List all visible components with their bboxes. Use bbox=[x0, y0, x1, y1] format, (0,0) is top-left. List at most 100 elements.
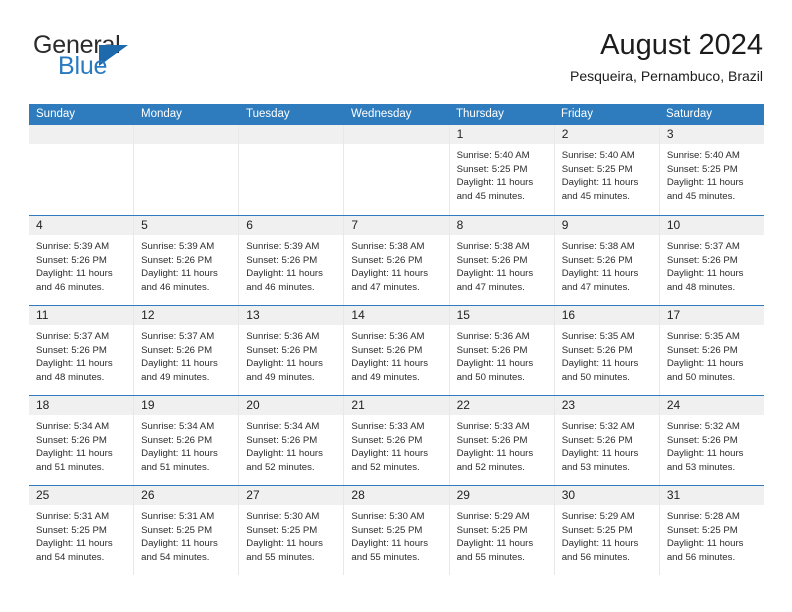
calendar-day-cell[interactable]: 15 Sunrise: 5:36 AM Sunset: 5:26 PM Dayligh… bbox=[449, 306, 555, 395]
weekday-header-wednesday: Wednesday bbox=[351, 108, 412, 120]
daylight-duration-line1: Daylight: 11 hours bbox=[666, 177, 744, 189]
calendar-day-cell-empty[interactable] bbox=[344, 125, 450, 215]
calendar-day-cell-empty[interactable] bbox=[29, 125, 135, 215]
calendar-day-cell[interactable]: 24 Sunrise: 5:32 AM Sunset: 5:26 PM Dayligh… bbox=[659, 396, 764, 485]
daylight-duration-line1: Daylight: 11 hours bbox=[561, 358, 639, 370]
calendar-day-cell[interactable]: 20 Sunrise: 5:34 AM Sunset: 5:26 PM Dayligh… bbox=[239, 396, 345, 485]
calendar-day-cell[interactable]: 5 Sunrise: 5:39 AM Sunset: 5:26 PM Daylight… bbox=[134, 216, 240, 305]
day-sun-info: Sunrise: 5:39 AM Sunset: 5:26 PM Daylight:… bbox=[134, 235, 238, 294]
calendar-day-cell[interactable]: 21 Sunrise: 5:33 AM Sunset: 5:26 PM Dayligh… bbox=[344, 396, 450, 485]
daylight-duration-line2: and 52 minutes. bbox=[246, 461, 315, 473]
daylight-duration-line1: Daylight: 11 hours bbox=[246, 448, 323, 460]
day-sun-info: Sunrise: 5:40 AM Sunset: 5:25 PM Daylight:… bbox=[660, 144, 764, 203]
calendar-day-cell[interactable]: 19 Sunrise: 5:34 AM Sunset: 5:26 PM Dayligh… bbox=[134, 396, 240, 485]
daylight-duration-line2: and 55 minutes. bbox=[456, 551, 525, 563]
calendar-day-cell[interactable]: 31 Sunrise: 5:28 AM Sunset: 5:25 PM Dayligh… bbox=[659, 486, 764, 575]
daylight-duration-line2: and 55 minutes. bbox=[246, 551, 315, 563]
day-number-band: 13 bbox=[239, 306, 344, 325]
day-number-band: 24 bbox=[659, 396, 764, 415]
day-number: 4 bbox=[36, 218, 43, 232]
daylight-duration-line2: and 51 minutes. bbox=[141, 461, 210, 473]
daylight-duration-line1: Daylight: 11 hours bbox=[246, 268, 323, 280]
day-number: 16 bbox=[561, 308, 576, 322]
daylight-duration-line1: Daylight: 11 hours bbox=[141, 448, 218, 460]
calendar-day-cell-empty[interactable] bbox=[134, 125, 240, 215]
sunset-time: Sunset: 5:26 PM bbox=[36, 344, 107, 356]
daylight-duration-line1: Daylight: 11 hours bbox=[666, 268, 744, 280]
calendar-day-cell[interactable]: 14 Sunrise: 5:36 AM Sunset: 5:26 PM Dayligh… bbox=[344, 306, 450, 395]
calendar-day-cell[interactable]: 23 Sunrise: 5:32 AM Sunset: 5:26 PM Dayligh… bbox=[554, 396, 660, 485]
calendar-week-row: 1 Sunrise: 5:40 AM Sunset: 5:25 PM Daylight… bbox=[29, 125, 764, 215]
calendar-day-cell[interactable]: 12 Sunrise: 5:37 AM Sunset: 5:26 PM Dayligh… bbox=[134, 306, 240, 395]
calendar-day-cell[interactable]: 16 Sunrise: 5:35 AM Sunset: 5:26 PM Dayligh… bbox=[554, 306, 660, 395]
day-number: 31 bbox=[666, 488, 681, 502]
sunrise-time: Sunrise: 5:40 AM bbox=[456, 150, 530, 161]
daylight-duration-line1: Daylight: 11 hours bbox=[36, 268, 113, 280]
sunrise-time: Sunrise: 5:40 AM bbox=[666, 150, 740, 161]
calendar-day-cell[interactable]: 2 Sunrise: 5:40 AM Sunset: 5:25 PM Daylight… bbox=[554, 125, 660, 215]
sunset-time: Sunset: 5:26 PM bbox=[561, 344, 633, 356]
daylight-duration-line1: Daylight: 11 hours bbox=[36, 538, 113, 550]
calendar-day-cell[interactable]: 25 Sunrise: 5:31 AM Sunset: 5:25 PM Dayligh… bbox=[29, 486, 135, 575]
day-sun-info: Sunrise: 5:34 AM Sunset: 5:26 PM Daylight:… bbox=[134, 415, 238, 474]
calendar-day-cell[interactable]: 13 Sunrise: 5:36 AM Sunset: 5:26 PM Dayligh… bbox=[239, 306, 345, 395]
day-number-band bbox=[134, 125, 239, 144]
day-number: 13 bbox=[246, 308, 260, 322]
day-number: 22 bbox=[456, 398, 470, 412]
calendar-day-cell[interactable]: 17 Sunrise: 5:35 AM Sunset: 5:26 PM Dayligh… bbox=[659, 306, 764, 395]
day-number: 18 bbox=[36, 398, 50, 412]
sunset-time: Sunset: 5:25 PM bbox=[561, 163, 633, 175]
sunset-time: Sunset: 5:25 PM bbox=[666, 524, 738, 536]
calendar-day-cell[interactable]: 11 Sunrise: 5:37 AM Sunset: 5:26 PM Dayligh… bbox=[29, 306, 135, 395]
day-number: 1 bbox=[456, 127, 464, 141]
sunset-time: Sunset: 5:26 PM bbox=[456, 434, 528, 446]
day-number: 23 bbox=[561, 398, 576, 412]
general-blue-logo[interactable]: General Blue bbox=[29, 32, 259, 92]
day-sun-info: Sunrise: 5:29 AM Sunset: 5:25 PM Daylight:… bbox=[555, 505, 659, 564]
daylight-duration-line1: Daylight: 11 hours bbox=[456, 448, 534, 460]
day-number-band: 30 bbox=[554, 486, 659, 505]
sunset-time: Sunset: 5:25 PM bbox=[246, 524, 318, 536]
calendar-day-cell[interactable]: 10 Sunrise: 5:37 AM Sunset: 5:26 PM Dayligh… bbox=[659, 216, 764, 305]
calendar-day-cell[interactable]: 6 Sunrise: 5:39 AM Sunset: 5:26 PM Daylight… bbox=[239, 216, 345, 305]
day-number-band: 25 bbox=[29, 486, 134, 505]
calendar-day-cell[interactable]: 8 Sunrise: 5:38 AM Sunset: 5:26 PM Daylight… bbox=[449, 216, 555, 305]
sunrise-time: Sunrise: 5:37 AM bbox=[36, 331, 110, 342]
calendar-week-row: 11 Sunrise: 5:37 AM Sunset: 5:26 PM Dayligh… bbox=[29, 305, 764, 395]
sunset-time: Sunset: 5:26 PM bbox=[141, 344, 213, 356]
sunrise-time: Sunrise: 5:36 AM bbox=[456, 331, 530, 342]
calendar-day-cell-empty[interactable] bbox=[239, 125, 345, 215]
calendar-day-cell[interactable]: 30 Sunrise: 5:29 AM Sunset: 5:25 PM Dayligh… bbox=[554, 486, 660, 575]
day-number-band: 1 bbox=[449, 125, 554, 144]
day-sun-info: Sunrise: 5:36 AM Sunset: 5:26 PM Daylight:… bbox=[239, 325, 343, 384]
daylight-duration-line2: and 56 minutes. bbox=[561, 551, 630, 563]
day-sun-info: Sunrise: 5:37 AM Sunset: 5:26 PM Daylight:… bbox=[134, 325, 238, 384]
calendar-day-cell[interactable]: 18 Sunrise: 5:34 AM Sunset: 5:26 PM Dayligh… bbox=[29, 396, 135, 485]
calendar-day-cell[interactable]: 26 Sunrise: 5:31 AM Sunset: 5:25 PM Dayligh… bbox=[134, 486, 240, 575]
day-sun-info: Sunrise: 5:34 AM Sunset: 5:26 PM Daylight:… bbox=[29, 415, 133, 474]
sunrise-time: Sunrise: 5:33 AM bbox=[351, 421, 425, 432]
location-subtitle: Pesqueira, Pernambuco, Brazil bbox=[570, 68, 763, 84]
weekday-header-monday: Monday bbox=[141, 108, 182, 120]
calendar-day-cell[interactable]: 3 Sunrise: 5:40 AM Sunset: 5:25 PM Daylight… bbox=[659, 125, 764, 215]
sunset-time: Sunset: 5:26 PM bbox=[561, 434, 633, 446]
calendar-day-cell[interactable]: 28 Sunrise: 5:30 AM Sunset: 5:25 PM Dayligh… bbox=[344, 486, 450, 575]
day-number-band: 17 bbox=[659, 306, 764, 325]
daylight-duration-line1: Daylight: 11 hours bbox=[36, 448, 113, 460]
calendar-day-cell[interactable]: 27 Sunrise: 5:30 AM Sunset: 5:25 PM Dayligh… bbox=[239, 486, 345, 575]
calendar-day-cell[interactable]: 4 Sunrise: 5:39 AM Sunset: 5:26 PM Daylight… bbox=[29, 216, 135, 305]
day-number-band: 15 bbox=[449, 306, 554, 325]
daylight-duration-line2: and 49 minutes. bbox=[246, 371, 315, 383]
daylight-duration-line1: Daylight: 11 hours bbox=[351, 358, 429, 370]
calendar-day-cell[interactable]: 9 Sunrise: 5:38 AM Sunset: 5:26 PM Daylight… bbox=[554, 216, 660, 305]
calendar-day-cell[interactable]: 7 Sunrise: 5:38 AM Sunset: 5:26 PM Daylight… bbox=[344, 216, 450, 305]
sunset-time: Sunset: 5:26 PM bbox=[666, 254, 738, 266]
day-number: 15 bbox=[456, 308, 470, 322]
calendar-day-cell[interactable]: 1 Sunrise: 5:40 AM Sunset: 5:25 PM Daylight… bbox=[449, 125, 555, 215]
sunrise-time: Sunrise: 5:29 AM bbox=[456, 511, 530, 522]
sunrise-time: Sunrise: 5:35 AM bbox=[561, 331, 635, 342]
sunset-time: Sunset: 5:26 PM bbox=[246, 344, 318, 356]
daylight-duration-line2: and 49 minutes. bbox=[351, 371, 420, 383]
calendar-day-cell[interactable]: 29 Sunrise: 5:29 AM Sunset: 5:25 PM Dayligh… bbox=[449, 486, 555, 575]
calendar-day-cell[interactable]: 22 Sunrise: 5:33 AM Sunset: 5:26 PM Dayligh… bbox=[449, 396, 555, 485]
